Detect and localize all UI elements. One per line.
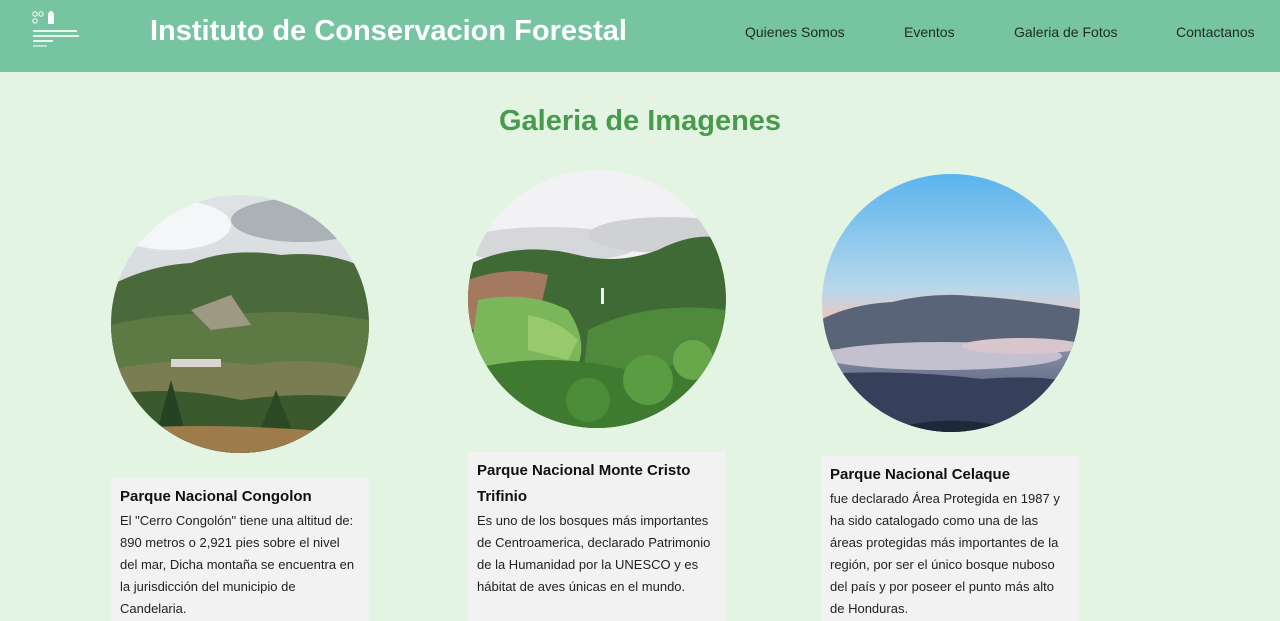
- photo-congolon: [111, 195, 369, 453]
- card-title: Parque Nacional Monte Cristo Trifinio: [477, 462, 691, 505]
- gallery-card-monte-cristo: Parque Nacional Monte Cristo Trifinio Es…: [468, 452, 726, 621]
- gallery-card-congolon: Parque Nacional Congolon El "Cerro Congo…: [111, 478, 369, 621]
- nav-link-contactanos[interactable]: Contactanos: [1176, 24, 1255, 40]
- card-title: Parque Nacional Celaque: [830, 466, 1011, 483]
- nav-link-quienes-somos[interactable]: Quienes Somos: [745, 24, 845, 40]
- nav-link-eventos[interactable]: Eventos: [904, 24, 955, 40]
- photo-celaque: [822, 174, 1080, 432]
- card-title: Parque Nacional Congolon: [120, 488, 312, 505]
- nav-link-galeria-de-fotos[interactable]: Galeria de Fotos: [1014, 24, 1118, 40]
- card-description: fue declarado Área Protegida en 1987 y h…: [830, 491, 1060, 616]
- gallery-card-celaque: Parque Nacional Celaque fue declarado Ár…: [821, 456, 1079, 621]
- card-description: El "Cerro Congolón" tiene una altitud de…: [120, 513, 355, 616]
- site-title: Instituto de Conservacion Forestal: [150, 15, 627, 47]
- logo-emblem-icon: [32, 11, 54, 24]
- card-description: Es uno de los bosques más importantes de…: [477, 513, 711, 594]
- site-header: Instituto de Conservacion Forestal Quien…: [0, 0, 1280, 72]
- page-heading: Galeria de Imagenes: [498, 105, 782, 137]
- institute-logo[interactable]: [31, 10, 81, 48]
- photo-monte-cristo-trifinio: [468, 170, 726, 428]
